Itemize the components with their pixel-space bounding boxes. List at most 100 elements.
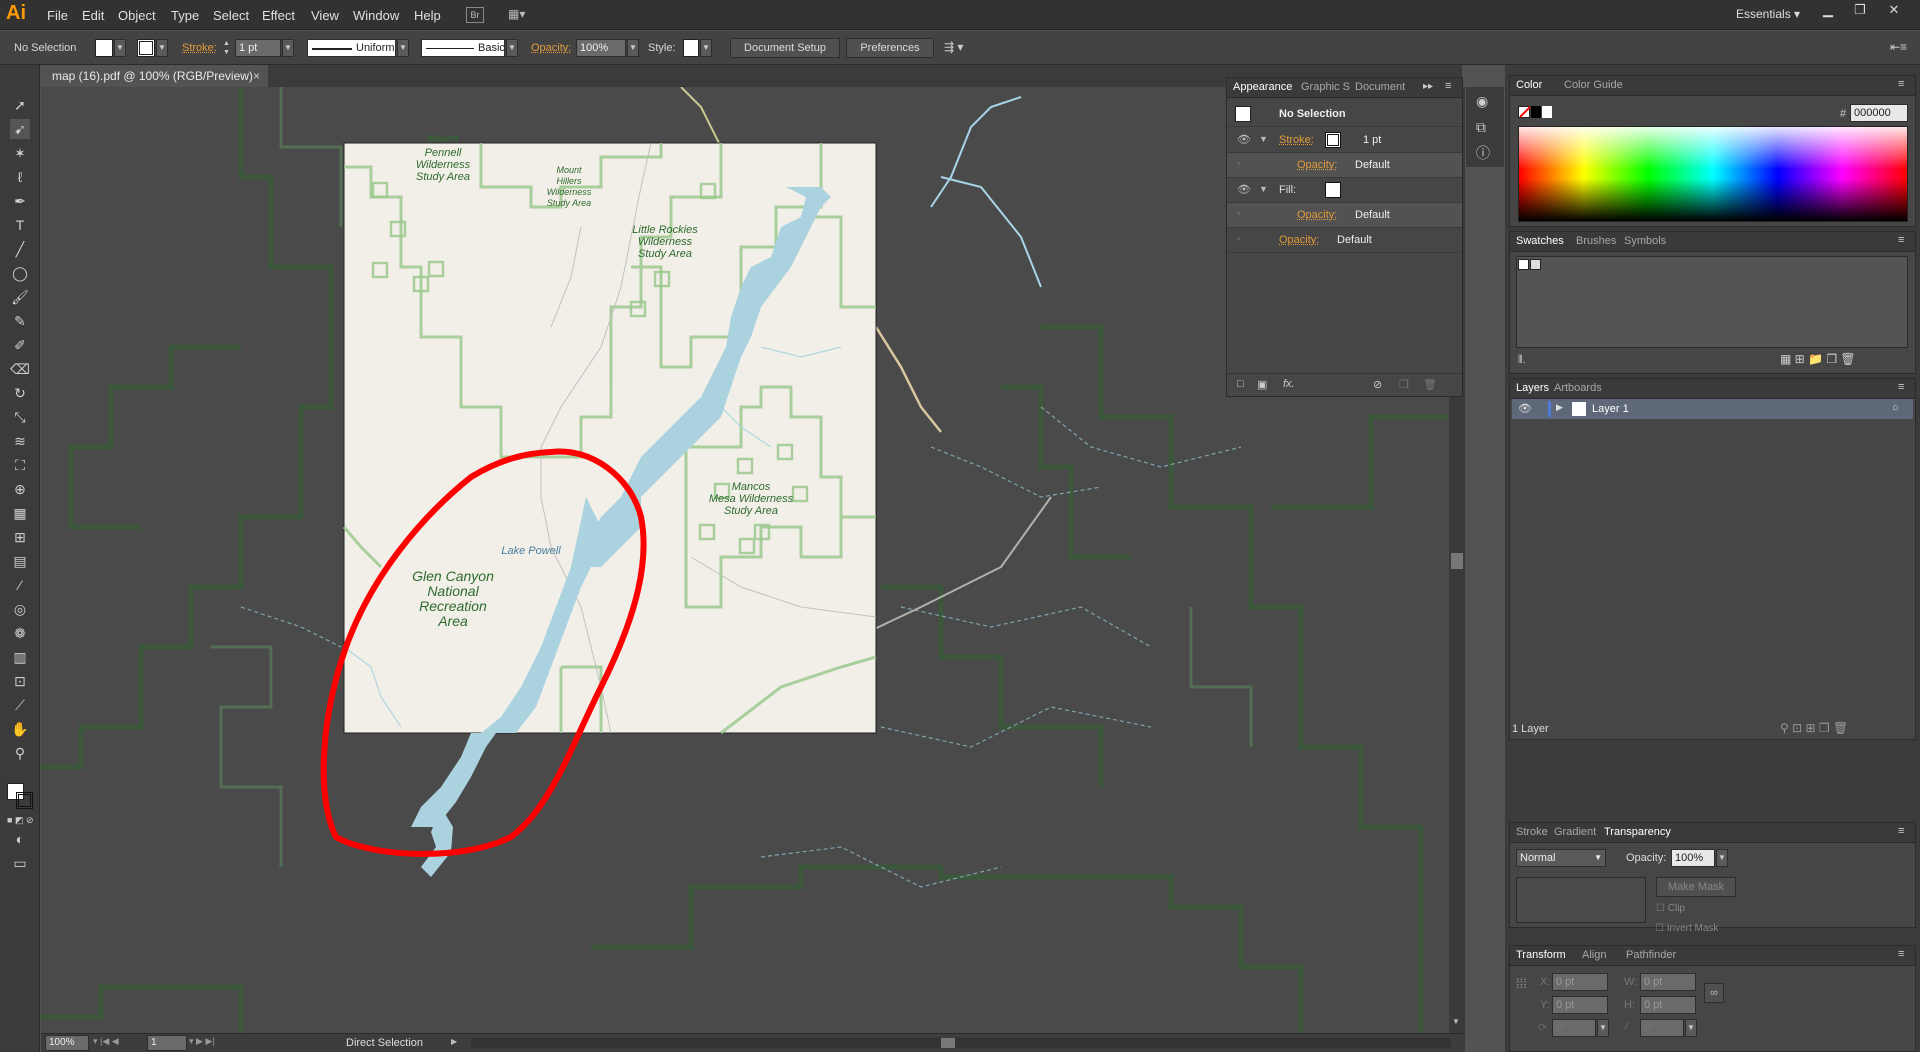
layers-footer-icons[interactable]: ⚲ ⊡ ⊞ ❐ 🗑 xyxy=(1780,721,1848,735)
warp-tool-icon[interactable]: ≋ xyxy=(10,431,30,451)
stroke-profile-select[interactable]: Uniform xyxy=(307,39,396,57)
stroke-weight-stepper[interactable]: ▲ ▼ xyxy=(223,39,233,57)
clear-appearance-icon[interactable]: ⊘ xyxy=(1373,378,1382,391)
control-panel-menu-icon[interactable]: ⇤≡ xyxy=(1890,40,1907,54)
none-swatch[interactable] xyxy=(1518,259,1529,270)
menu-help[interactable]: Help xyxy=(414,8,441,23)
tab-transform[interactable]: Transform xyxy=(1516,949,1566,961)
free-transform-tool-icon[interactable]: ⛶ xyxy=(10,455,30,475)
scale-tool-icon[interactable]: ⤡ xyxy=(10,407,30,427)
appearance-fill-opacity-row[interactable]: ◦ Opacity: Default xyxy=(1227,203,1462,228)
layer-row[interactable]: 👁 ▶ Layer 1 ○ xyxy=(1512,399,1913,419)
menu-effect[interactable]: Effect xyxy=(262,8,295,23)
stroke-label[interactable]: Stroke: xyxy=(182,42,217,54)
tab-appearance[interactable]: Appearance xyxy=(1233,81,1292,93)
transparency-opacity-input[interactable]: 100% xyxy=(1671,849,1715,867)
hex-input[interactable]: 000000 xyxy=(1850,104,1908,122)
artboard-nav-icons[interactable]: ▾ |◀ ◀ xyxy=(93,1036,119,1047)
magic-wand-tool-icon[interactable]: ✶ xyxy=(10,143,30,163)
add-new-effect-icon[interactable]: fx. xyxy=(1283,378,1295,390)
add-new-stroke-icon[interactable]: □ xyxy=(1237,378,1244,390)
opacity-dropdown[interactable]: ▼ xyxy=(627,39,639,57)
minimize-window-icon[interactable]: ▁ xyxy=(1814,2,1842,20)
tab-stroke[interactable]: Stroke xyxy=(1516,826,1548,838)
visibility-eye-icon[interactable]: 👁 xyxy=(1237,183,1251,196)
appearance-panel-icon[interactable]: ◉ xyxy=(1476,93,1488,110)
artboard-tool-icon[interactable]: ⊡ xyxy=(10,671,30,691)
stroke-weight-input[interactable]: 1 pt xyxy=(235,39,281,57)
reference-point-icon[interactable]: ⁞⁞⁞ xyxy=(1516,976,1527,991)
opacity-label[interactable]: Opacity: xyxy=(531,42,571,54)
menu-view[interactable]: View xyxy=(311,8,339,23)
visibility-eye-icon[interactable]: ◦ xyxy=(1237,233,1241,245)
artboard-number-input[interactable]: 1 xyxy=(147,1035,187,1051)
y-input[interactable]: 0 pt xyxy=(1552,996,1608,1014)
swatches-menu-icon[interactable]: ≡ xyxy=(1898,234,1904,246)
stroke-swatch-dropdown[interactable]: ▼ xyxy=(156,39,168,57)
eraser-tool-icon[interactable]: ⌫ xyxy=(10,359,30,379)
expand-fill-icon[interactable]: ▼ xyxy=(1259,184,1268,194)
x-input[interactable]: 0 pt xyxy=(1552,973,1608,991)
line-tool-icon[interactable]: ╱ xyxy=(10,239,30,259)
color-spectrum[interactable] xyxy=(1518,126,1908,222)
stroke-color-icon[interactable] xyxy=(16,792,33,809)
menu-file[interactable]: File xyxy=(47,8,68,23)
tab-brushes[interactable]: Brushes xyxy=(1576,235,1616,247)
black-swatch[interactable] xyxy=(1531,106,1541,118)
slice-tool-icon[interactable]: ⟋ xyxy=(10,695,30,715)
appearance-stroke-label[interactable]: Stroke: xyxy=(1279,134,1314,146)
shape-builder-tool-icon[interactable]: ⊕ xyxy=(10,479,30,499)
type-tool-icon[interactable]: T xyxy=(10,215,30,235)
preferences-button[interactable]: Preferences xyxy=(846,38,934,58)
arrange-icon[interactable]: ⇶ ▾ xyxy=(944,40,963,54)
appearance-stroke-row[interactable]: 👁 ▼ Stroke: 1 pt xyxy=(1227,128,1462,153)
graphic-styles-icon[interactable]: ⧉ xyxy=(1476,119,1486,136)
brush-select[interactable]: Basic xyxy=(421,39,505,57)
transform-menu-icon[interactable]: ≡ xyxy=(1898,948,1904,960)
menu-type[interactable]: Type xyxy=(171,8,199,23)
appearance-stroke-opacity-row[interactable]: ◦ Opacity: Default xyxy=(1227,153,1462,178)
tab-color-guide[interactable]: Color Guide xyxy=(1564,79,1623,91)
visibility-eye-icon[interactable]: 👁 xyxy=(1237,133,1251,146)
blob-brush-tool-icon[interactable]: ✐ xyxy=(10,335,30,355)
symbol-sprayer-tool-icon[interactable]: ❁ xyxy=(10,623,30,643)
scroll-down-icon[interactable]: ▼ xyxy=(1452,1017,1460,1026)
tab-symbols[interactable]: Symbols xyxy=(1624,235,1666,247)
bridge-icon[interactable]: Br xyxy=(466,7,484,23)
menu-select[interactable]: Select xyxy=(213,8,249,23)
shear-dropdown[interactable]: ▼ xyxy=(1685,1019,1697,1037)
transparency-menu-icon[interactable]: ≡ xyxy=(1898,825,1904,837)
scrollbar-thumb[interactable] xyxy=(1451,553,1463,569)
brush-dropdown[interactable]: ▼ xyxy=(506,39,518,57)
shear-input[interactable]: 0° xyxy=(1640,1019,1684,1037)
visibility-eye-icon[interactable]: ◦ xyxy=(1237,158,1241,170)
clip-checkbox[interactable]: ☐ Clip xyxy=(1656,903,1685,914)
tab-pathfinder[interactable]: Pathfinder xyxy=(1626,949,1676,961)
tab-gradient[interactable]: Gradient xyxy=(1554,826,1596,838)
expand-stroke-icon[interactable]: ▼ xyxy=(1259,134,1268,144)
horizontal-scrollbar[interactable] xyxy=(471,1038,1451,1048)
paintbrush-tool-icon[interactable]: 🖌 xyxy=(10,287,30,307)
direct-selection-tool-icon[interactable]: ➹ xyxy=(10,119,30,139)
pencil-tool-icon[interactable]: ✎ xyxy=(10,311,30,331)
panel-expand-icon[interactable]: ▸▸ xyxy=(1423,81,1433,92)
appearance-object-opacity-row[interactable]: ◦ Opacity: Default xyxy=(1227,228,1462,253)
hand-tool-icon[interactable]: ✋ xyxy=(10,719,30,739)
rotate-dropdown[interactable]: ▼ xyxy=(1597,1019,1609,1037)
layer-target-icon[interactable]: ○ xyxy=(1892,402,1899,414)
column-graph-tool-icon[interactable]: ▥ xyxy=(10,647,30,667)
swatches-footer-icons[interactable]: ▦ ⊞ 📁 ❐ 🗑 xyxy=(1780,352,1856,366)
tab-graphic-styles[interactable]: Graphic S xyxy=(1301,81,1350,93)
document-info-icon[interactable]: ⓘ xyxy=(1476,143,1490,163)
graphic-style-dropdown[interactable]: ▼ xyxy=(700,39,712,57)
color-panel-menu-icon[interactable]: ≡ xyxy=(1898,78,1904,90)
blend-tool-icon[interactable]: ◎ xyxy=(10,599,30,619)
restore-window-icon[interactable]: ❐ xyxy=(1846,2,1874,20)
lasso-tool-icon[interactable]: ℓ xyxy=(10,167,30,187)
perspective-grid-tool-icon[interactable]: ▦ xyxy=(10,503,30,523)
close-document-icon[interactable]: × xyxy=(253,65,260,87)
tab-align[interactable]: Align xyxy=(1582,949,1606,961)
appearance-fill-row[interactable]: 👁 ▼ Fill: xyxy=(1227,178,1462,203)
tab-layers[interactable]: Layers xyxy=(1516,382,1549,394)
delete-item-icon[interactable]: 🗑 xyxy=(1423,378,1437,391)
